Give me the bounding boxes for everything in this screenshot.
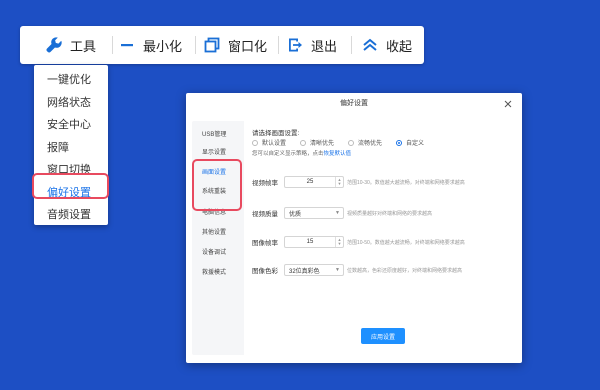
image-color-desc: 位数越高，色彩还原度越好，对终端和网络要求越高 [347, 267, 463, 274]
radio-custom[interactable]: 自定义 [396, 138, 424, 147]
settings-sidebar: USB管理 显示设置 画面设置 系统重装 电脑信息 其他设置 设备调试 救援模式 [192, 121, 242, 355]
radio-circle-icon [300, 139, 307, 146]
video-quality-desc: 视频质量越好对终端和网络的要求越高 [347, 210, 433, 217]
preset-radio-group: 默认设置 清晰优先 流畅优先 自定义 [252, 138, 438, 147]
video-quality-label: 视频质量 [252, 211, 278, 218]
radio-checked-icon [396, 139, 403, 146]
double-chevron-up-icon [360, 35, 380, 55]
video-quality-row: 视频质量 优质 ▼ 视频质量越好对终端和网络的要求越高 [252, 207, 432, 219]
menu-item-network-status[interactable]: 网络状态 [34, 92, 108, 115]
sidebar-item-device-debug[interactable]: 设备调试 [202, 247, 226, 256]
image-framerate-row: 图像帧率 15 ▲ ▼ 范围10-50。数值越大越流畅，对终端和网络要求越高 [252, 236, 465, 248]
video-framerate-stepper[interactable]: 25 ▲ ▼ [284, 176, 344, 188]
stepper-arrows-icon[interactable]: ▲ ▼ [335, 237, 343, 247]
radio-circle-icon [252, 139, 258, 146]
radio-label: 流畅优先 [358, 141, 383, 147]
radio-label: 默认设置 [262, 141, 287, 147]
image-framerate-stepper[interactable]: 15 ▲ ▼ [284, 236, 344, 248]
picture-settings-panel: 请选择画面设置: 默认设置 清晰优先 流畅优先 自定义 您可以自定义显示策略，点… [244, 121, 516, 355]
sidebar-item-display[interactable]: 显示设置 [202, 147, 226, 156]
minimize-label: 最小化 [143, 38, 183, 54]
menu-item-window-switch[interactable]: 窗口切换 [34, 159, 108, 182]
video-framerate-row: 视频帧率 25 ▲ ▼ 范围10-30。数值越大越流畅，对终端和网络要求越高 [252, 176, 465, 188]
sidebar-item-pc-info[interactable]: 电脑信息 [202, 207, 226, 216]
sidebar-item-other[interactable]: 其他设置 [202, 227, 226, 236]
dialog-title-text: 偏好设置 [340, 100, 368, 107]
tools-button[interactable]: 工具 [20, 26, 112, 64]
top-toolbar: 工具 最小化 窗口化 退出 收起 [20, 26, 424, 64]
hint-text: 您可以自定义显示策略，点击 [252, 151, 324, 157]
radio-circle-icon [348, 139, 355, 146]
wrench-icon [44, 35, 64, 55]
radio-smooth-first[interactable]: 流畅优先 [348, 138, 382, 147]
exit-label: 退出 [311, 38, 338, 54]
radio-label: 清晰优先 [310, 141, 335, 147]
exit-button[interactable]: 退出 [279, 26, 351, 64]
sidebar-item-rescue[interactable]: 救援模式 [202, 267, 226, 276]
video-quality-select[interactable]: 优质 ▼ [284, 207, 344, 219]
sidebar-item-picture[interactable]: 画面设置 [202, 167, 226, 176]
exit-icon [285, 35, 305, 55]
minimize-icon [117, 35, 137, 55]
windowed-button[interactable]: 窗口化 [196, 26, 278, 64]
sidebar-item-usb[interactable]: USB管理 [202, 129, 226, 138]
collapse-label: 收起 [386, 38, 413, 54]
video-framerate-desc: 范围10-30。数值越大越流畅，对终端和网络要求越高 [347, 179, 465, 186]
dialog-body: USB管理 显示设置 画面设置 系统重装 电脑信息 其他设置 设备调试 救援模式… [192, 121, 516, 355]
image-framerate-label: 图像帧率 [252, 240, 278, 247]
menu-item-report-fault[interactable]: 报障 [34, 137, 108, 160]
tools-dropdown-menu: 一键优化 网络状态 安全中心 报障 窗口切换 偏好设置 音频设置 [34, 65, 108, 225]
image-color-row: 图像色彩 32位真彩色 ▼ 位数越高，色彩还原度越好，对终端和网络要求越高 [252, 264, 462, 276]
custom-hint: 您可以自定义显示策略，点击恢复默认值 [252, 149, 351, 157]
tools-label: 工具 [70, 38, 97, 54]
restore-defaults-link[interactable]: 恢复默认值 [324, 151, 352, 157]
minimize-button[interactable]: 最小化 [113, 26, 195, 64]
sidebar-item-reinstall[interactable]: 系统重装 [202, 186, 226, 195]
menu-item-one-click-optimize[interactable]: 一键优化 [34, 69, 108, 92]
chevron-down-icon: ▼ [335, 267, 340, 273]
video-quality-value: 优质 [289, 211, 302, 218]
radio-label: 自定义 [406, 141, 425, 147]
image-framerate-value: 15 [306, 239, 314, 245]
windowed-label: 窗口化 [228, 38, 268, 54]
menu-item-audio-settings[interactable]: 音频设置 [34, 204, 108, 225]
radio-clarity-first[interactable]: 清晰优先 [300, 138, 334, 147]
settings-heading: 请选择画面设置: [252, 130, 300, 137]
dialog-title: 偏好设置 [186, 93, 522, 115]
video-framerate-label: 视频帧率 [252, 180, 278, 187]
radio-default[interactable]: 默认设置 [252, 138, 286, 147]
menu-item-security-center[interactable]: 安全中心 [34, 114, 108, 137]
restore-window-icon [202, 35, 222, 55]
menu-item-preferences[interactable]: 偏好设置 [34, 182, 108, 205]
stepper-arrows-icon[interactable]: ▲ ▼ [335, 177, 343, 187]
image-color-value: 32位真彩色 [289, 268, 320, 275]
close-icon[interactable] [502, 98, 514, 110]
collapse-button[interactable]: 收起 [352, 26, 420, 64]
chevron-down-icon: ▼ [335, 210, 340, 216]
preferences-dialog: 偏好设置 USB管理 显示设置 画面设置 系统重装 电脑信息 其他设置 设备调试… [186, 93, 522, 363]
image-framerate-desc: 范围10-50。数值越大越流畅，对终端和网络要求越高 [347, 239, 465, 246]
video-framerate-value: 25 [306, 179, 314, 185]
apply-settings-button[interactable]: 应用设置 [361, 328, 405, 344]
image-color-label: 图像色彩 [252, 268, 278, 275]
image-color-select[interactable]: 32位真彩色 ▼ [284, 264, 344, 276]
